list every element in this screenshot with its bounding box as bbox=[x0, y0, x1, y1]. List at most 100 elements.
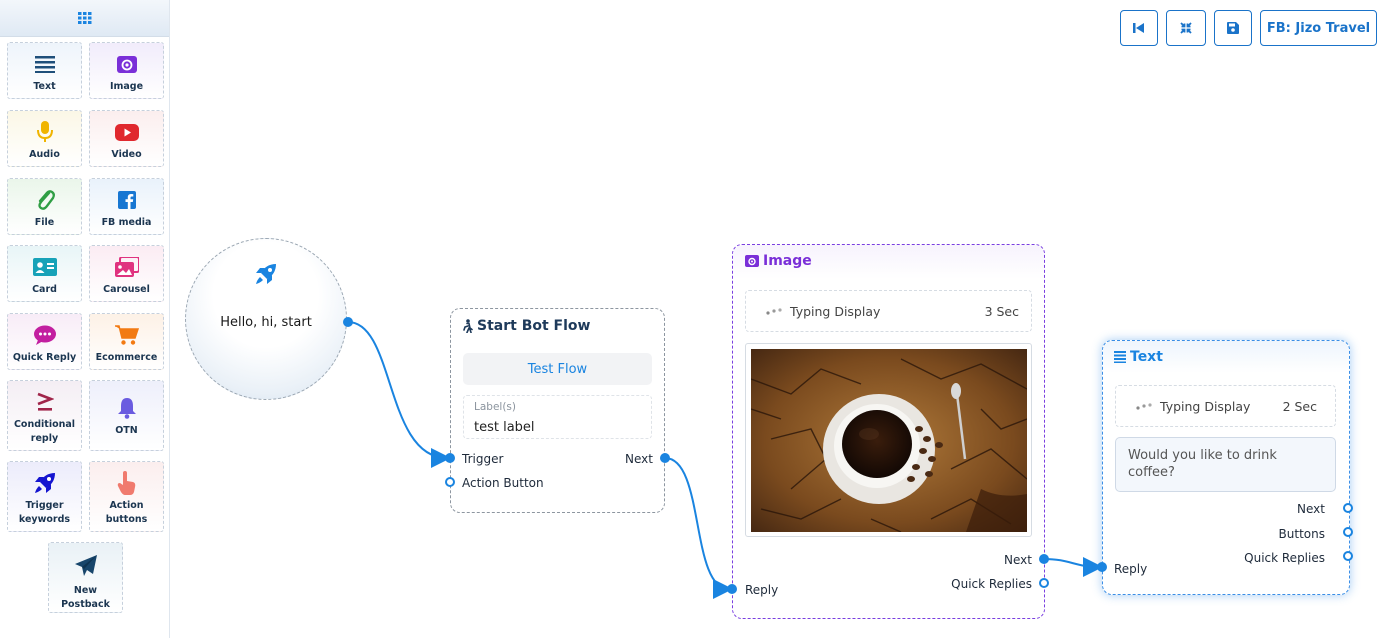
sidebar-item-file[interactable]: File bbox=[7, 178, 82, 235]
text-quick-replies-port[interactable] bbox=[1343, 551, 1353, 561]
paper-plane-icon bbox=[74, 554, 97, 576]
sidebar-item-label: Ecommerce bbox=[95, 352, 158, 363]
sidebar-item-label: File bbox=[34, 217, 55, 228]
message-text-box[interactable]: Would you like to drink coffee? bbox=[1115, 437, 1336, 492]
sidebar-item-label: Image bbox=[109, 81, 144, 92]
sidebar-item-label: Card bbox=[32, 284, 57, 295]
node-title: Text bbox=[1114, 349, 1163, 365]
sidebar-item-label: FB media bbox=[101, 217, 152, 228]
sidebar-item-label: Quick Reply bbox=[12, 352, 77, 363]
sidebar-item-label: Text bbox=[33, 81, 56, 92]
connector-next-to-image bbox=[664, 457, 733, 599]
sidebar-item-label: Trigger keywords bbox=[18, 500, 71, 525]
chat-bubble-icon bbox=[33, 325, 56, 345]
node-title: Image bbox=[745, 253, 812, 269]
labels-field[interactable]: Label(s) test label bbox=[463, 395, 652, 439]
sidebar-item-ecommerce[interactable]: Ecommerce bbox=[89, 313, 164, 370]
typing-dots-icon bbox=[1136, 403, 1152, 410]
page-selector-button[interactable]: FB: Jizo Travel bbox=[1260, 10, 1377, 46]
walking-person-icon bbox=[463, 319, 473, 333]
bot-flow-next-port[interactable] bbox=[660, 453, 670, 463]
sidebar-item-new-postback[interactable]: New Postback bbox=[48, 542, 123, 613]
sidebar-item-label: Video bbox=[111, 149, 142, 160]
node-title: Start Bot Flow bbox=[462, 318, 590, 334]
text-lines-icon bbox=[34, 56, 55, 73]
sidebar-item-conditional-reply[interactable]: Conditional reply bbox=[7, 380, 82, 451]
typing-display-setting[interactable]: Typing Display 2 Sec bbox=[1115, 385, 1336, 427]
connector-start-to-trigger bbox=[347, 321, 451, 468]
grid-icon[interactable] bbox=[77, 12, 92, 24]
sidebar-item-label: Conditional reply bbox=[13, 419, 76, 444]
text-next-port[interactable] bbox=[1343, 503, 1353, 513]
sidebar-item-image[interactable]: Image bbox=[89, 42, 164, 99]
quick-replies-port-label: Quick Replies bbox=[951, 577, 1032, 591]
image-reply-input-port[interactable] bbox=[727, 584, 737, 594]
image-next-port[interactable] bbox=[1039, 554, 1049, 564]
labels-field-value: test label bbox=[474, 420, 535, 435]
rocket-icon bbox=[256, 264, 276, 284]
image-icon bbox=[116, 56, 137, 73]
facebook-icon bbox=[117, 191, 136, 209]
image-icon bbox=[745, 255, 759, 267]
save-icon bbox=[1227, 22, 1239, 34]
sidebar-item-quick-reply[interactable]: Quick Reply bbox=[7, 313, 82, 370]
next-port-label: Next bbox=[1004, 553, 1032, 567]
start-output-port[interactable] bbox=[343, 317, 353, 327]
microphone-icon bbox=[36, 121, 53, 142]
compress-icon bbox=[1180, 22, 1192, 34]
reply-port-label: Reply bbox=[745, 583, 779, 597]
sidebar-item-carousel[interactable]: Carousel bbox=[89, 245, 164, 302]
image-node[interactable]: Image Typing Display 3 Sec Next Quick Re… bbox=[732, 244, 1045, 619]
paperclip-icon bbox=[37, 190, 55, 210]
image-quick-replies-port[interactable] bbox=[1039, 578, 1049, 588]
sidebar-item-action-buttons[interactable]: Action buttons bbox=[89, 461, 164, 532]
image-preview-frame[interactable] bbox=[745, 343, 1032, 537]
typing-dots-icon bbox=[766, 308, 782, 315]
sidebar-item-label: Action buttons bbox=[105, 500, 148, 525]
sidebar-item-label: New Postback bbox=[61, 585, 110, 610]
element-sidebar: Text Image Audio Video File FB media Car… bbox=[0, 0, 170, 638]
sidebar-header bbox=[0, 0, 169, 37]
reset-view-button[interactable] bbox=[1120, 10, 1158, 46]
pointer-hand-icon bbox=[117, 471, 135, 495]
compress-view-button[interactable] bbox=[1166, 10, 1206, 46]
sidebar-item-text[interactable]: Text bbox=[7, 42, 82, 99]
greater-equal-icon bbox=[37, 392, 54, 411]
trigger-input-port[interactable] bbox=[445, 453, 455, 463]
sidebar-item-video[interactable]: Video bbox=[89, 110, 164, 167]
labels-field-caption: Label(s) bbox=[474, 401, 516, 413]
sidebar-item-fb-media[interactable]: FB media bbox=[89, 178, 164, 235]
flow-name-button[interactable]: Test Flow bbox=[463, 353, 652, 385]
text-node[interactable]: Text Typing Display 2 Sec Would you like… bbox=[1102, 340, 1350, 595]
typing-display-setting[interactable]: Typing Display 3 Sec bbox=[745, 290, 1032, 332]
reply-port-label: Reply bbox=[1114, 562, 1148, 576]
sidebar-item-label: Audio bbox=[29, 149, 60, 160]
next-port-label: Next bbox=[1297, 502, 1325, 516]
sidebar-item-audio[interactable]: Audio bbox=[7, 110, 82, 167]
next-port-label: Next bbox=[625, 452, 653, 466]
start-trigger-text: Hello, hi, start bbox=[220, 315, 312, 330]
trigger-port-label: Trigger bbox=[462, 452, 504, 466]
bell-icon bbox=[117, 398, 136, 419]
id-card-icon bbox=[32, 258, 57, 276]
text-buttons-port[interactable] bbox=[1343, 527, 1353, 537]
coffee-photo bbox=[750, 349, 1028, 533]
start-bot-flow-node[interactable]: Start Bot Flow Test Flow Label(s) test l… bbox=[450, 308, 665, 513]
skip-back-icon bbox=[1133, 23, 1144, 33]
sidebar-item-label: Carousel bbox=[103, 284, 150, 295]
action-button-input-port[interactable] bbox=[445, 477, 455, 487]
action-button-port-label: Action Button bbox=[462, 476, 544, 490]
images-icon bbox=[114, 257, 139, 277]
sidebar-item-otn[interactable]: OTN bbox=[89, 380, 164, 451]
text-lines-icon bbox=[1114, 351, 1126, 363]
sidebar-item-card[interactable]: Card bbox=[7, 245, 82, 302]
sidebar-item-label: OTN bbox=[115, 425, 138, 436]
quick-replies-port-label: Quick Replies bbox=[1244, 551, 1325, 565]
text-reply-input-port[interactable] bbox=[1097, 562, 1107, 572]
cart-icon bbox=[114, 325, 139, 345]
save-button[interactable] bbox=[1214, 10, 1252, 46]
connector-image-to-text bbox=[1043, 556, 1103, 577]
start-trigger-node[interactable]: Hello, hi, start bbox=[185, 238, 347, 400]
sidebar-item-trigger-keywords[interactable]: Trigger keywords bbox=[7, 461, 82, 532]
rocket-icon bbox=[34, 473, 55, 493]
